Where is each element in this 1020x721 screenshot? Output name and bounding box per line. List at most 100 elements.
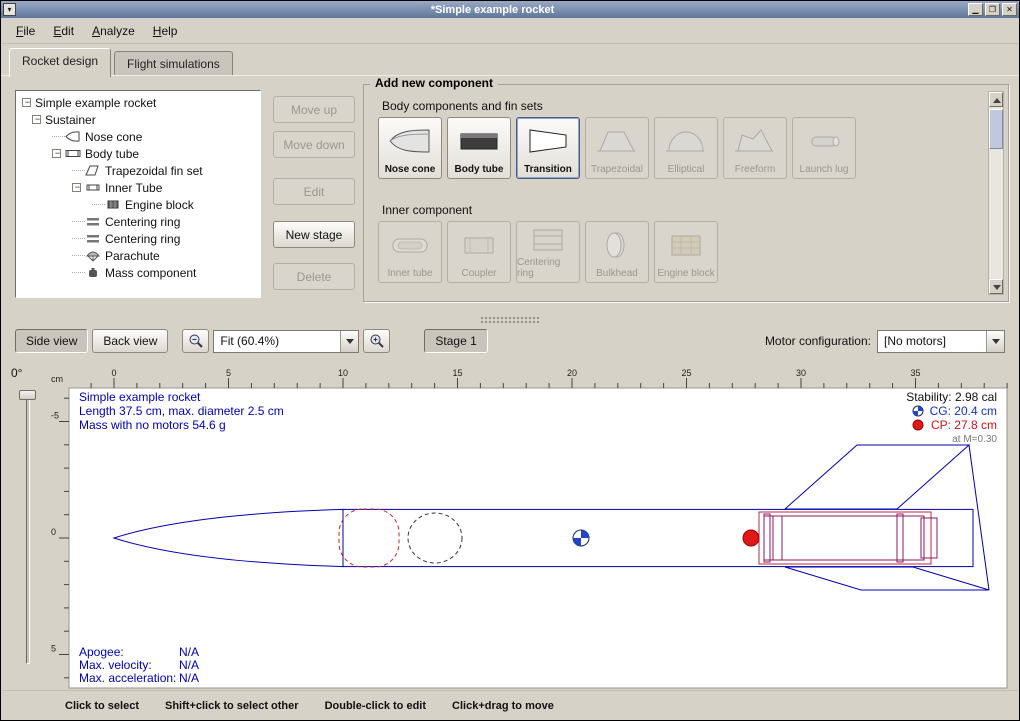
delete-button[interactable]: Delete bbox=[273, 263, 355, 290]
cp-text: CP: 27.8 cm bbox=[931, 418, 997, 432]
zoom-out-button[interactable] bbox=[182, 329, 209, 353]
split-divider[interactable] bbox=[1, 314, 1019, 324]
component-panel-scrollbar[interactable] bbox=[988, 91, 1004, 295]
chevron-down-icon[interactable] bbox=[986, 331, 1004, 352]
new-stage-button[interactable]: New stage bbox=[273, 221, 355, 248]
rocket-figure[interactable]: cm 05101520253035 -505 bbox=[49, 368, 1009, 690]
tree-item-mass-component[interactable]: Mass component bbox=[18, 264, 260, 281]
menu-analyze[interactable]: Analyze bbox=[83, 20, 144, 42]
collapse-icon[interactable] bbox=[32, 115, 41, 124]
body-tube-icon bbox=[65, 147, 81, 160]
back-view-button[interactable]: Back view bbox=[92, 329, 168, 353]
inner-components-row: Inner tube Coupler Centering ring bbox=[378, 221, 718, 283]
tree-item-body-tube[interactable]: Body tube bbox=[18, 145, 260, 162]
side-view-button[interactable]: Side view bbox=[15, 329, 88, 353]
stage-1-toggle[interactable]: Stage 1 bbox=[424, 329, 487, 353]
rotation-angle-value: 0° bbox=[11, 366, 22, 380]
svg-text:0: 0 bbox=[111, 368, 116, 378]
move-down-button[interactable]: Move down bbox=[273, 131, 355, 158]
nose-cone-icon bbox=[65, 130, 81, 143]
centering-ring-icon bbox=[85, 232, 101, 245]
add-component-panel: Add new component Body components and fi… bbox=[363, 84, 1009, 302]
svg-text:0: 0 bbox=[51, 527, 56, 537]
collapse-icon[interactable] bbox=[72, 183, 81, 192]
tree-item-inner-tube[interactable]: Inner Tube bbox=[18, 179, 260, 196]
component-tree[interactable]: Simple example rocket Sustainer Nose con… bbox=[15, 90, 261, 298]
scrollbar-thumb[interactable] bbox=[989, 109, 1003, 149]
component-button-bulkhead[interactable]: Bulkhead bbox=[585, 221, 649, 283]
zoom-in-button[interactable] bbox=[363, 329, 390, 353]
component-button-freeform[interactable]: Freeform bbox=[723, 117, 787, 179]
tree-item-trapezoidal-fin-set[interactable]: Trapezoidal fin set bbox=[18, 162, 260, 179]
tree-item-sustainer[interactable]: Sustainer bbox=[18, 111, 260, 128]
parachute-icon bbox=[85, 249, 101, 262]
edit-button[interactable]: Edit bbox=[273, 178, 355, 205]
trapezoidal-fin-icon bbox=[586, 118, 648, 164]
bulkhead-icon bbox=[586, 222, 648, 268]
collapse-icon[interactable] bbox=[52, 149, 61, 158]
zoom-in-icon bbox=[369, 333, 385, 349]
zoom-combobox[interactable]: Fit (60.4%) bbox=[213, 330, 359, 353]
component-button-transition[interactable]: Transition bbox=[516, 117, 580, 179]
body-tube-outline[interactable] bbox=[343, 509, 973, 566]
fin-icon bbox=[85, 164, 101, 177]
rotation-slider[interactable] bbox=[26, 392, 30, 664]
maximize-button[interactable]: ❒ bbox=[985, 3, 1000, 16]
component-button-elliptical[interactable]: Elliptical bbox=[654, 117, 718, 179]
ruler-unit-label: cm bbox=[51, 374, 63, 384]
component-button-engine-block[interactable]: Engine block bbox=[654, 221, 718, 283]
body-tube-icon bbox=[448, 118, 510, 164]
centering-ring-icon bbox=[517, 222, 579, 257]
motor-configuration-combobox[interactable]: [No motors] bbox=[877, 330, 1005, 353]
tree-item-centering-ring-1[interactable]: Centering ring bbox=[18, 213, 260, 230]
stability-text: Stability: 2.98 cal bbox=[906, 390, 997, 404]
status-click-drag: Click+drag to move bbox=[452, 700, 554, 712]
tabstrip: Rocket design Flight simulations bbox=[1, 44, 1019, 76]
component-button-launch-lug[interactable]: Launch lug bbox=[792, 117, 856, 179]
svg-text:5: 5 bbox=[226, 368, 231, 378]
tree-item-centering-ring-2[interactable]: Centering ring bbox=[18, 230, 260, 247]
body-components-row: Nose cone Body tube Transition bbox=[378, 117, 856, 179]
component-button-centering-ring[interactable]: Centering ring bbox=[516, 221, 580, 283]
status-shift-click: Shift+click to select other bbox=[165, 700, 299, 712]
minimize-button[interactable]: ▁ bbox=[968, 3, 983, 16]
component-button-coupler[interactable]: Coupler bbox=[447, 221, 511, 283]
tree-item-parachute[interactable]: Parachute bbox=[18, 247, 260, 264]
motor-configuration-label: Motor configuration: bbox=[765, 334, 871, 348]
component-button-nose-cone[interactable]: Nose cone bbox=[378, 117, 442, 179]
launch-lug-icon bbox=[793, 118, 855, 164]
scroll-up-button[interactable] bbox=[989, 92, 1003, 107]
status-click-to-select: Click to select bbox=[65, 700, 139, 712]
move-up-button[interactable]: Move up bbox=[273, 96, 355, 123]
scroll-down-button[interactable] bbox=[989, 279, 1003, 294]
collapse-icon[interactable] bbox=[22, 98, 31, 107]
component-button-trapezoidal[interactable]: Trapezoidal bbox=[585, 117, 649, 179]
rotation-slider-handle[interactable] bbox=[19, 390, 36, 400]
svg-text:-5: -5 bbox=[51, 411, 59, 421]
app-window: ▾ *Simple example rocket ▁ ❒ ✕ File Edit… bbox=[0, 0, 1020, 721]
chevron-down-icon[interactable] bbox=[340, 331, 358, 352]
menu-file[interactable]: File bbox=[7, 20, 44, 42]
cg-text: CG: 20.4 cm bbox=[930, 404, 997, 418]
menu-edit[interactable]: Edit bbox=[44, 20, 83, 42]
svg-text:10: 10 bbox=[338, 368, 348, 378]
status-double-click: Double-click to edit bbox=[325, 700, 426, 712]
window-menu-icon[interactable]: ▾ bbox=[3, 3, 16, 16]
tree-item-rocket[interactable]: Simple example rocket bbox=[18, 94, 260, 111]
mass-component-icon bbox=[85, 266, 101, 279]
tree-item-engine-block[interactable]: Engine block bbox=[18, 196, 260, 213]
tree-item-nose-cone[interactable]: Nose cone bbox=[18, 128, 260, 145]
max-acceleration-value: N/A bbox=[179, 671, 199, 685]
component-button-inner-tube[interactable]: Inner tube bbox=[378, 221, 442, 283]
cp-legend-icon bbox=[913, 420, 923, 430]
menu-help[interactable]: Help bbox=[144, 20, 187, 42]
component-button-body-tube[interactable]: Body tube bbox=[447, 117, 511, 179]
nose-cone-icon bbox=[379, 118, 441, 164]
tab-rocket-design[interactable]: Rocket design bbox=[9, 48, 111, 77]
svg-text:20: 20 bbox=[567, 368, 577, 378]
svg-text:25: 25 bbox=[681, 368, 691, 378]
freeform-fin-icon bbox=[724, 118, 786, 164]
tab-flight-simulations[interactable]: Flight simulations bbox=[114, 51, 233, 76]
cg-marker bbox=[573, 530, 589, 546]
close-button[interactable]: ✕ bbox=[1002, 3, 1017, 16]
